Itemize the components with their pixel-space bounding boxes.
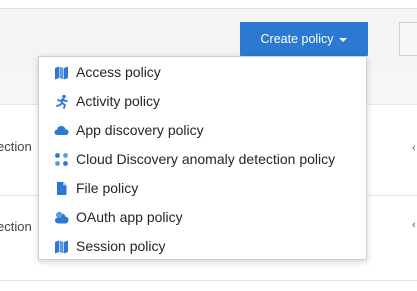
access-policy-icon (54, 65, 69, 80)
row-divider (0, 280, 417, 281)
menu-item-label: OAuth app policy (76, 209, 183, 225)
menu-item-label: Cloud Discovery anomaly detection policy (76, 151, 336, 167)
create-policy-label: Create policy (260, 32, 334, 46)
oauth-app-icon (54, 210, 69, 225)
file-icon (54, 181, 69, 196)
toolbar-side-button[interactable] (399, 22, 417, 56)
menu-item-label: Activity policy (76, 93, 161, 109)
activity-policy-icon (54, 94, 69, 109)
session-policy-icon (54, 239, 69, 254)
menu-item-file-policy[interactable]: File policy (39, 174, 366, 203)
menu-item-app-discovery-policy[interactable]: App discovery policy (39, 116, 366, 145)
menu-item-activity-policy[interactable]: Activity policy (39, 87, 366, 116)
menu-item-oauth-app-policy[interactable]: OAuth app policy (39, 203, 366, 232)
row-indicator-icon: ‹ (412, 142, 416, 154)
caret-down-icon (339, 38, 348, 42)
table-row-text: ection (0, 139, 32, 154)
row-indicator-icon: ‹ (412, 219, 416, 231)
menu-item-label: Access policy (76, 64, 161, 80)
menu-item-label: File policy (76, 180, 139, 196)
table-row-text: ection (0, 219, 32, 234)
menu-item-access-policy[interactable]: Access policy (39, 58, 366, 87)
menu-item-session-policy[interactable]: Session policy (39, 232, 366, 261)
menu-item-label: App discovery policy (76, 122, 204, 138)
create-policy-menu: Access policy Activity policy App discov… (38, 56, 367, 260)
cloud-icon (54, 123, 69, 138)
menu-item-label: Session policy (76, 238, 166, 254)
menu-item-cloud-discovery-anomaly-detection-policy[interactable]: Cloud Discovery anomaly detection policy (39, 145, 366, 174)
anomaly-dots-icon (54, 152, 69, 167)
create-policy-button[interactable]: Create policy (240, 22, 368, 56)
